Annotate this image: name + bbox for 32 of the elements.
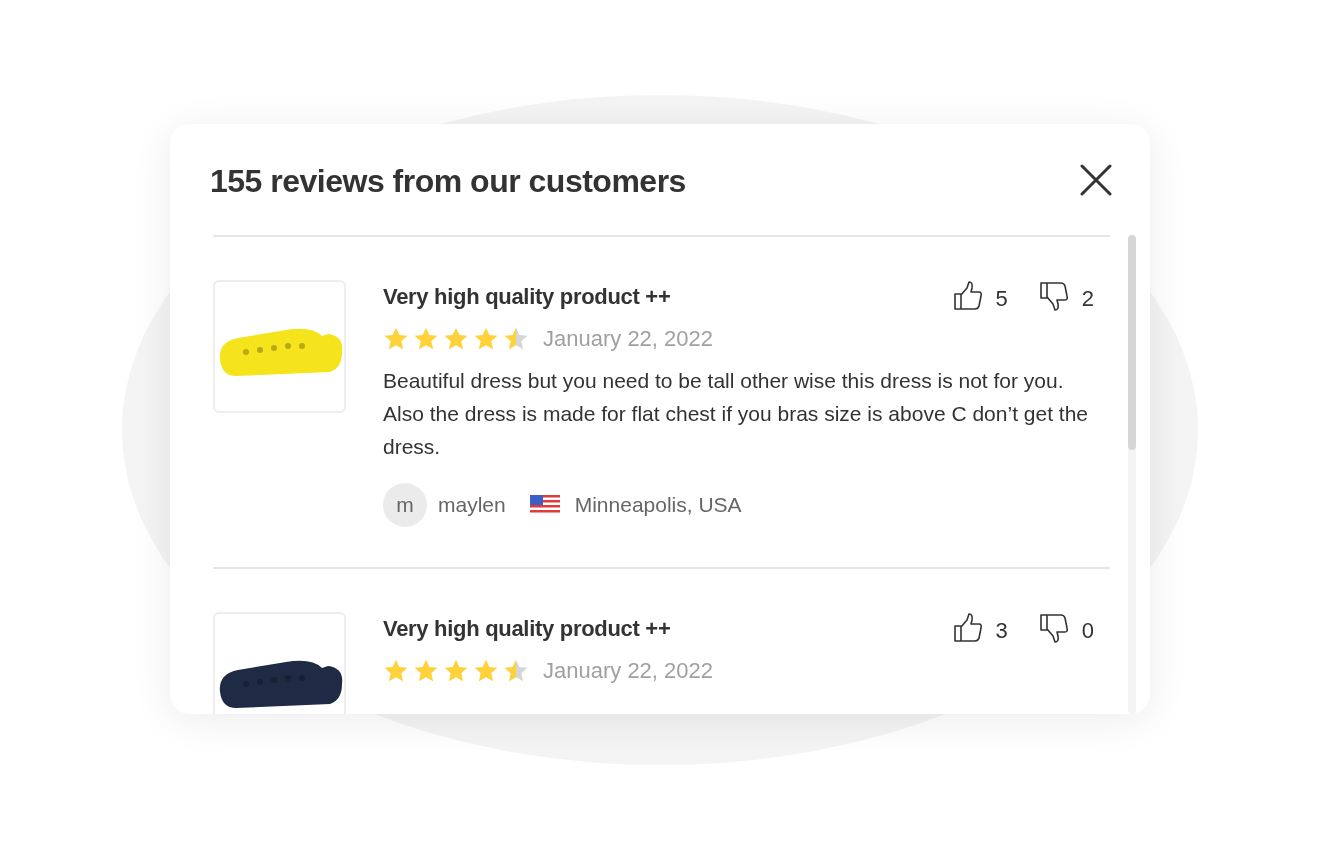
review-text: Beautiful dress but you need to be tall other wise this dress is not for you. Also the dress is made for flat chest if you bras size is above C don’t get the dress. (383, 368, 1090, 460)
star-icon (383, 658, 409, 684)
like-button[interactable]: 3 (951, 612, 1008, 644)
dislike-button[interactable]: 0 (1037, 612, 1094, 644)
star-icon (473, 658, 499, 684)
avatar: m (383, 483, 427, 527)
review-date: January 22, 2022 (543, 658, 714, 684)
thumbs-down-icon (1037, 612, 1070, 644)
review-title: Very high quality product ++ (383, 616, 671, 642)
close-icon (1080, 163, 1112, 196)
thumbs-up-icon (951, 280, 984, 312)
star-icon (443, 658, 469, 684)
review-date: January 22, 2022 (543, 326, 714, 352)
thumbs-down-icon (1037, 280, 1070, 312)
star-icon (473, 326, 499, 352)
star-icon (503, 658, 529, 684)
star-icon (503, 326, 529, 352)
dislike-button[interactable]: 2 (1037, 280, 1094, 312)
star-icon (443, 326, 469, 352)
scrollbar-thumb[interactable] (1128, 235, 1136, 450)
thumbs-up-icon (951, 612, 984, 644)
scrollbar[interactable] (1128, 235, 1136, 714)
author-name: maylen (438, 493, 506, 517)
star-icon (413, 658, 439, 684)
flag-icon (529, 495, 560, 515)
star-icon (413, 326, 439, 352)
like-button[interactable]: 5 (951, 280, 1008, 312)
review-title: Very high quality product ++ (383, 284, 671, 310)
close-button[interactable] (1080, 163, 1112, 196)
dialog-title: 155 reviews from our customers (210, 162, 686, 200)
star-icon (383, 326, 409, 352)
author-location: Minneapolis, USA (574, 493, 742, 517)
